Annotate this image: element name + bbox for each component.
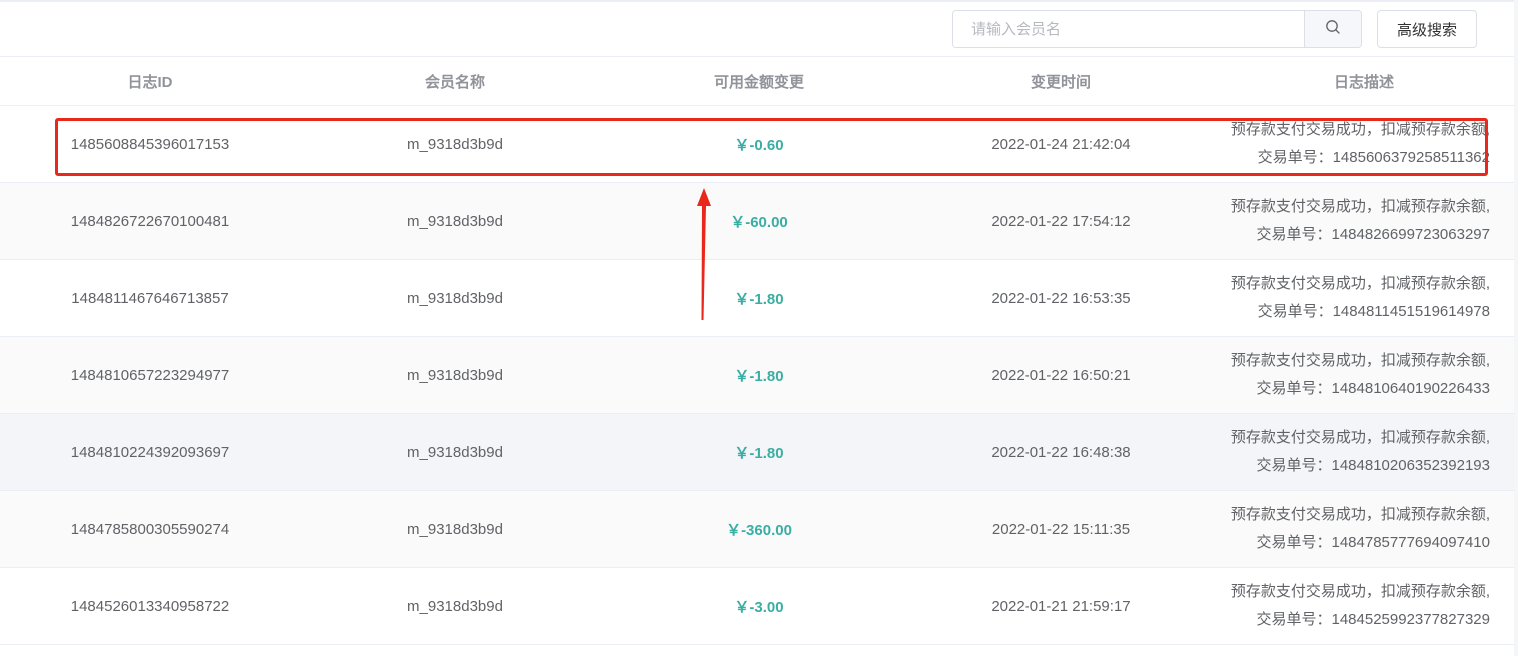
member-name-cell: m_9318d3b9d (407, 443, 503, 461)
log-id-cell: 1484826722670100481 (70, 212, 230, 230)
amount-change-cell: ￥-1.80 (734, 444, 784, 462)
member-name-cell: m_9318d3b9d (407, 366, 503, 384)
table-header: 日志ID 会员名称 可用金额变更 变更时间 日志描述 (0, 57, 1514, 106)
amount-change-cell: ￥-3.00 (734, 598, 784, 616)
table-row[interactable]: 1484811467646713857 m_9318d3b9d ￥-1.80 2… (0, 260, 1514, 337)
log-id-cell: 1485608845396017153 (70, 135, 230, 153)
description-line: 预存款支付交易成功，扣减预存款余额, (1230, 583, 1490, 600)
amount-change-cell: ￥-0.60 (734, 136, 784, 154)
toolbar: 高级搜索 (0, 2, 1514, 57)
description-line: 预存款支付交易成功，扣减预存款余额, (1230, 121, 1490, 138)
search-input[interactable] (953, 11, 1304, 47)
log-id-cell: 1484810224392093697 (70, 443, 230, 461)
description-cell: 预存款支付交易成功，扣减预存款余额, 交易单号：1485606379258511… (1214, 106, 1514, 182)
column-header-log-description: 日志描述 (1333, 73, 1394, 91)
description-cell: 预存款支付交易成功，扣减预存款余额, 交易单号：1484811451519614… (1214, 260, 1514, 336)
change-time-cell: 2022-01-22 16:53:35 (991, 289, 1131, 307)
description-line: 预存款支付交易成功，扣减预存款余额, (1230, 275, 1490, 292)
description-line: 预存款支付交易成功，扣减预存款余额, (1230, 429, 1490, 446)
search-box (952, 10, 1362, 48)
log-id-cell: 1484785800305590274 (70, 520, 230, 538)
search-button[interactable] (1304, 11, 1361, 47)
log-id-cell: 1484811467646713857 (71, 289, 229, 307)
table-row[interactable]: 1484826722670100481 m_9318d3b9d ￥-60.00 … (0, 183, 1514, 260)
change-time-cell: 2022-01-24 21:42:04 (991, 135, 1131, 153)
column-header-amount-change: 可用金额变更 (713, 73, 804, 91)
description-cell: 预存款支付交易成功，扣减预存款余额, 交易单号：1484826699723063… (1214, 183, 1514, 259)
member-name-cell: m_9318d3b9d (407, 135, 503, 153)
page: 高级搜索 日志ID 会员名称 可用金额变更 变更时间 日志描述 14856088… (0, 0, 1518, 656)
description-line: 预存款支付交易成功，扣减预存款余额, (1230, 506, 1490, 523)
table-row[interactable]: 1485608845396017153 m_9318d3b9d ￥-0.60 2… (0, 106, 1514, 183)
table-body: 1485608845396017153 m_9318d3b9d ￥-0.60 2… (0, 106, 1514, 645)
amount-change-cell: ￥-1.80 (734, 290, 784, 308)
column-header-member-name: 会员名称 (424, 73, 485, 91)
table-row[interactable]: 1484526013340958722 m_9318d3b9d ￥-3.00 2… (0, 568, 1514, 645)
column-header-log-id: 日志ID (127, 73, 173, 91)
transaction-number-line: 交易单号：1484810206352392193 (1256, 457, 1490, 474)
table-row[interactable]: 1484810224392093697 m_9318d3b9d ￥-1.80 2… (0, 414, 1514, 491)
change-time-cell: 2022-01-22 17:54:12 (991, 212, 1131, 230)
description-cell: 预存款支付交易成功，扣减预存款余额, 交易单号：1484810206352392… (1214, 414, 1514, 490)
change-time-cell: 2022-01-21 21:59:17 (991, 597, 1131, 615)
description-line: 预存款支付交易成功，扣减预存款余额, (1230, 198, 1490, 215)
description-cell: 预存款支付交易成功，扣减预存款余额, 交易单号：1484785777694097… (1214, 491, 1514, 567)
member-name-cell: m_9318d3b9d (407, 212, 503, 230)
table-row[interactable]: 1484810657223294977 m_9318d3b9d ￥-1.80 2… (0, 337, 1514, 414)
transaction-number-line: 交易单号：1484525992377827329 (1256, 611, 1490, 628)
description-line: 预存款支付交易成功，扣减预存款余额, (1230, 352, 1490, 369)
amount-change-cell: ￥-1.80 (734, 367, 784, 385)
amount-change-cell: ￥-360.00 (726, 521, 792, 539)
log-id-cell: 1484526013340958722 (70, 597, 230, 615)
change-time-cell: 2022-01-22 16:48:38 (991, 443, 1131, 461)
log-id-cell: 1484810657223294977 (70, 366, 230, 384)
member-name-cell: m_9318d3b9d (407, 597, 503, 615)
member-name-cell: m_9318d3b9d (407, 520, 503, 538)
change-time-cell: 2022-01-22 15:11:35 (991, 520, 1131, 538)
change-time-cell: 2022-01-22 16:50:21 (991, 366, 1131, 384)
description-cell: 预存款支付交易成功，扣减预存款余额, 交易单号：1484525992377827… (1214, 568, 1514, 644)
transaction-number-line: 交易单号：1484785777694097410 (1256, 534, 1490, 551)
scrollbar-track[interactable] (1514, 0, 1518, 656)
transaction-number-line: 交易单号：1484826699723063297 (1256, 226, 1490, 243)
search-icon (1325, 19, 1341, 40)
transaction-number-line: 交易单号：1485606379258511362 (1257, 149, 1490, 166)
description-cell: 预存款支付交易成功，扣减预存款余额, 交易单号：1484810640190226… (1214, 337, 1514, 413)
amount-change-cell: ￥-60.00 (730, 213, 788, 231)
advanced-search-button[interactable]: 高级搜索 (1377, 10, 1477, 48)
transaction-number-line: 交易单号：1484810640190226433 (1256, 380, 1490, 397)
column-header-change-time: 变更时间 (1030, 73, 1091, 91)
transaction-number-line: 交易单号：1484811451519614978 (1257, 303, 1490, 320)
member-name-cell: m_9318d3b9d (407, 289, 503, 307)
table-row[interactable]: 1484785800305590274 m_9318d3b9d ￥-360.00… (0, 491, 1514, 568)
